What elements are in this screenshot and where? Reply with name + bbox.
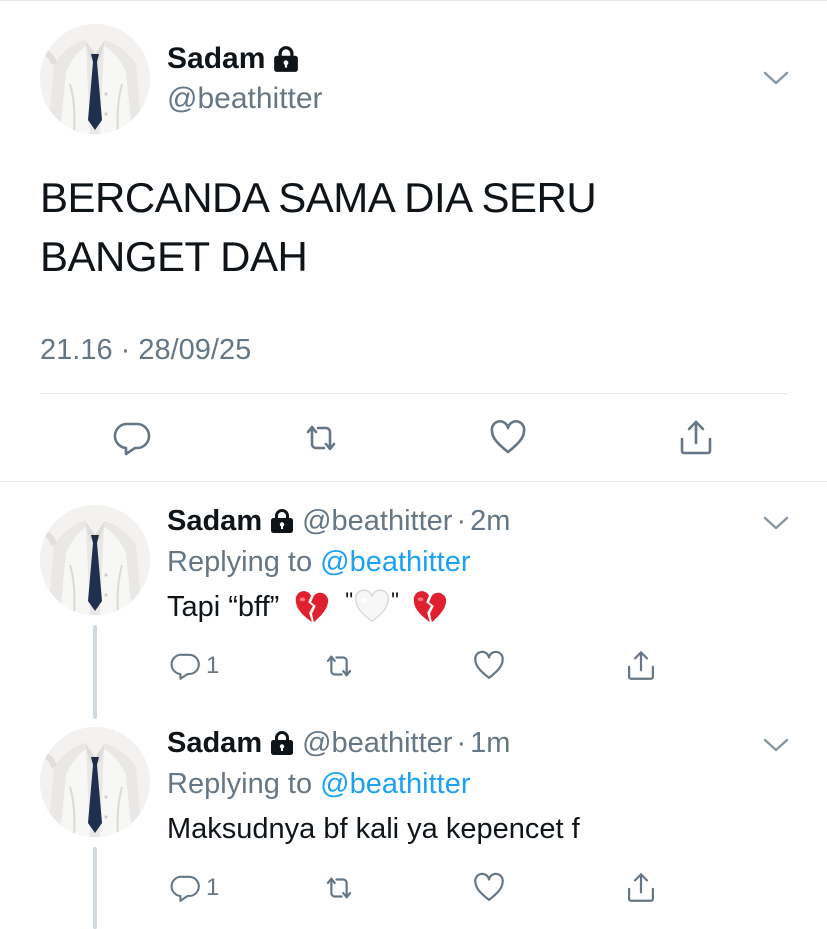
avatar-image [40, 727, 150, 837]
reply-icon [170, 872, 202, 904]
replying-to: Replying to @beathitter [167, 766, 471, 802]
author-name[interactable]: Sadam [167, 725, 262, 761]
separator-dot: · [456, 727, 467, 759]
author-handle[interactable]: @beathitter [302, 503, 452, 539]
share-button[interactable] [624, 871, 658, 905]
replying-to-label: Replying to [167, 546, 313, 578]
share-icon[interactable] [676, 418, 716, 458]
separator-dot: · [456, 505, 467, 537]
like-icon [472, 649, 506, 683]
like-button[interactable] [472, 649, 506, 683]
lock-icon [270, 730, 294, 756]
reply-count: 1 [206, 652, 220, 679]
divider [0, 481, 827, 482]
reply-time[interactable]: 1m [470, 725, 510, 761]
reply-text-content: Maksudnya bf kali ya kepencet f [167, 813, 580, 845]
broken-heart-emoji [293, 588, 331, 626]
author-name[interactable]: Sadam [167, 40, 299, 78]
chevron-down-icon[interactable] [762, 733, 790, 757]
tweet-text: BERCANDA SAMA DIA SERU BANGET DAH [40, 168, 740, 286]
thread-line [93, 847, 97, 929]
reply-icon[interactable] [113, 418, 153, 458]
avatar-image [40, 24, 150, 134]
reply-text: Maksudnya bf kali ya kepencet f [167, 809, 580, 849]
broken-heart-emoji [411, 588, 449, 626]
replying-to-label: Replying to [167, 768, 313, 800]
avatar[interactable] [40, 727, 150, 837]
tweet-timestamp[interactable]: 21.16 · 28/09/25 [40, 332, 251, 368]
avatar[interactable] [40, 24, 150, 134]
white-heart-emoji: " " [345, 587, 399, 627]
thread-line [93, 625, 97, 719]
replying-to-mention[interactable]: @beathitter [320, 768, 470, 800]
avatar[interactable] [40, 505, 150, 615]
retweet-icon [322, 871, 356, 905]
like-button[interactable] [472, 871, 506, 905]
retweet-icon [322, 649, 356, 683]
author-handle[interactable]: @beathitter [167, 80, 323, 118]
replying-to: Replying to @beathitter [167, 544, 471, 580]
share-icon [624, 649, 658, 683]
avatar-image [40, 505, 150, 615]
top-divider [0, 0, 827, 1]
tweet-text-line: BERCANDA SAMA DIA SERU [40, 174, 597, 221]
author-name[interactable]: Sadam [167, 503, 262, 539]
like-icon [472, 871, 506, 905]
lock-icon [270, 508, 294, 534]
author-name-text: Sadam [167, 42, 266, 75]
chevron-down-icon[interactable] [762, 66, 790, 90]
reply-count: 1 [206, 874, 220, 901]
retweet-icon[interactable] [301, 418, 341, 458]
author-handle[interactable]: @beathitter [302, 725, 452, 761]
share-icon [624, 871, 658, 905]
reply-header: Sadam @beathitter · 1m [167, 725, 510, 761]
reply-button[interactable]: 1 [170, 649, 219, 683]
lock-icon [273, 45, 299, 73]
chevron-down-icon[interactable] [762, 511, 790, 535]
reply-icon [170, 650, 202, 682]
replying-to-mention[interactable]: @beathitter [320, 546, 470, 578]
reply-button[interactable]: 1 [170, 871, 219, 905]
reply-text-content: Tapi “bff” [167, 591, 280, 623]
tweet-text-line: BANGET DAH [40, 233, 308, 280]
reply-time[interactable]: 2m [470, 503, 510, 539]
retweet-button[interactable] [322, 649, 356, 683]
like-icon[interactable] [488, 418, 528, 458]
reply-header: Sadam @beathitter · 2m [167, 503, 510, 539]
retweet-button[interactable] [322, 871, 356, 905]
share-button[interactable] [624, 649, 658, 683]
divider [40, 393, 788, 394]
reply-text: Tapi “bff” " " [167, 587, 449, 627]
